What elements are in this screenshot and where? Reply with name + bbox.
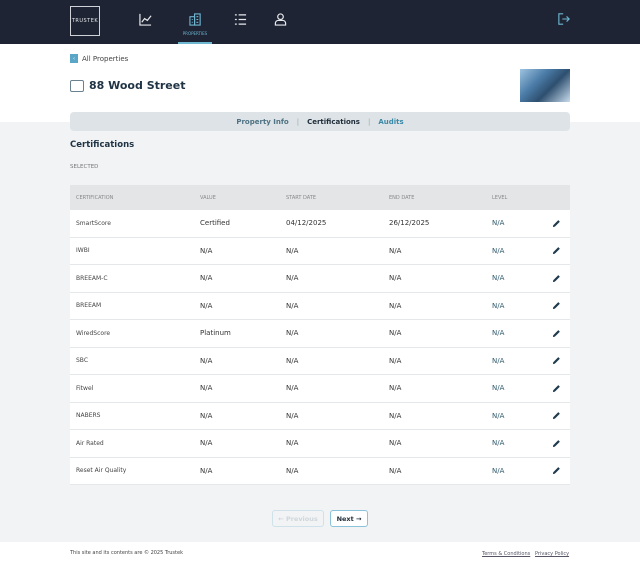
cell-start-date: N/A bbox=[286, 329, 299, 338]
cell-certification: NABERS bbox=[76, 412, 101, 420]
cell-value: N/A bbox=[200, 384, 213, 393]
edit-icon[interactable] bbox=[552, 411, 561, 420]
cell-end-date: N/A bbox=[389, 301, 402, 310]
cell-certification: SmartScore bbox=[76, 219, 111, 227]
edit-icon[interactable] bbox=[552, 356, 561, 365]
edit-icon[interactable] bbox=[552, 219, 561, 228]
cell-end-date: 26/12/2025 bbox=[389, 219, 430, 228]
cell-certification: WiredScore bbox=[76, 329, 111, 337]
cell-end-date: N/A bbox=[389, 439, 402, 448]
nav-list[interactable] bbox=[223, 0, 257, 44]
cell-value: N/A bbox=[200, 274, 213, 283]
nav-user[interactable] bbox=[263, 0, 297, 44]
selected-label: SELECTED bbox=[70, 164, 99, 170]
cell-end-date: N/A bbox=[389, 466, 402, 475]
cell-level: N/A bbox=[492, 329, 505, 338]
logout-icon[interactable] bbox=[558, 13, 570, 25]
building-icon bbox=[70, 79, 84, 92]
edit-icon[interactable] bbox=[552, 274, 561, 283]
table-row: WiredScore Platinum N/A N/A N/A bbox=[70, 320, 570, 348]
terms-link[interactable]: Terms & Conditions bbox=[482, 551, 530, 557]
cell-value: N/A bbox=[200, 411, 213, 420]
cell-end-date: N/A bbox=[389, 356, 402, 365]
property-photo bbox=[520, 69, 570, 102]
cell-value: N/A bbox=[200, 301, 213, 310]
table-row: Air Rated N/A N/A N/A N/A bbox=[70, 430, 570, 458]
cell-level: N/A bbox=[492, 384, 505, 393]
cell-value: Platinum bbox=[200, 329, 231, 338]
cell-certification: Air Rated bbox=[76, 439, 104, 447]
previous-button[interactable]: ← Previous bbox=[272, 510, 324, 527]
edit-icon[interactable] bbox=[552, 439, 561, 448]
cell-level: N/A bbox=[492, 246, 505, 255]
logo[interactable]: TRUSTEK bbox=[70, 6, 100, 36]
table-row: Reset Air Quality N/A N/A N/A N/A bbox=[70, 458, 570, 485]
cell-start-date: 04/12/2025 bbox=[286, 219, 327, 228]
cell-level: N/A bbox=[492, 439, 505, 448]
table-row: BREEAM N/A N/A N/A N/A bbox=[70, 293, 570, 320]
user-icon bbox=[274, 13, 286, 26]
tab-certifications[interactable]: Certifications bbox=[307, 118, 360, 126]
nav-properties[interactable]: PROPERTIES bbox=[178, 0, 212, 44]
cell-value: N/A bbox=[200, 466, 213, 475]
section-title: Certifications bbox=[70, 140, 135, 150]
cell-value: N/A bbox=[200, 356, 213, 365]
cell-end-date: N/A bbox=[389, 384, 402, 393]
table-row: IWBI N/A N/A N/A N/A bbox=[70, 238, 570, 265]
table-row: NABERS N/A N/A N/A N/A bbox=[70, 403, 570, 430]
cell-end-date: N/A bbox=[389, 274, 402, 283]
cell-start-date: N/A bbox=[286, 301, 299, 310]
cell-end-date: N/A bbox=[389, 246, 402, 255]
tab-audits[interactable]: Audits bbox=[378, 118, 403, 126]
cell-certification: Reset Air Quality bbox=[76, 467, 127, 475]
page-title: 88 Wood Street bbox=[70, 79, 185, 92]
cell-start-date: N/A bbox=[286, 411, 299, 420]
cell-start-date: N/A bbox=[286, 384, 299, 393]
tab-property-info[interactable]: Property Info bbox=[236, 118, 288, 126]
chart-icon bbox=[138, 13, 152, 26]
chevron-left-icon: ‹ bbox=[70, 54, 78, 63]
edit-icon[interactable] bbox=[552, 384, 561, 393]
nav-analytics[interactable] bbox=[128, 0, 162, 44]
edit-icon[interactable] bbox=[552, 466, 561, 475]
cell-level: N/A bbox=[492, 466, 505, 475]
cell-certification: BREEAM bbox=[76, 302, 102, 310]
table-header: CERTIFICATION VALUE START DATE END DATE … bbox=[70, 185, 570, 210]
cell-value: N/A bbox=[200, 246, 213, 255]
table-row: Fitwel N/A N/A N/A N/A bbox=[70, 375, 570, 403]
next-button[interactable]: Next → bbox=[330, 510, 368, 527]
top-nav: TRUSTEK PROPERTIES bbox=[0, 0, 640, 44]
cell-start-date: N/A bbox=[286, 356, 299, 365]
table-row: BREEAM-C N/A N/A N/A N/A bbox=[70, 265, 570, 293]
edit-icon[interactable] bbox=[552, 301, 561, 310]
cell-level: N/A bbox=[492, 411, 505, 420]
certifications-table: CERTIFICATION VALUE START DATE END DATE … bbox=[70, 185, 570, 485]
edit-icon[interactable] bbox=[552, 329, 561, 338]
list-icon bbox=[234, 14, 246, 25]
back-link[interactable]: ‹ All Properties bbox=[70, 54, 128, 63]
cell-level: N/A bbox=[492, 301, 505, 310]
building-icon bbox=[188, 13, 201, 26]
cell-start-date: N/A bbox=[286, 274, 299, 283]
cell-start-date: N/A bbox=[286, 246, 299, 255]
edit-icon[interactable] bbox=[552, 246, 561, 255]
cell-certification: IWBI bbox=[76, 247, 90, 255]
cell-level: N/A bbox=[492, 356, 505, 365]
cell-start-date: N/A bbox=[286, 439, 299, 448]
footer: This site and its contents are © 2025 Tr… bbox=[0, 542, 640, 566]
cell-level: N/A bbox=[492, 274, 505, 283]
cell-start-date: N/A bbox=[286, 466, 299, 475]
cell-certification: SBC bbox=[76, 357, 89, 365]
privacy-link[interactable]: Privacy Policy bbox=[535, 551, 569, 557]
cell-end-date: N/A bbox=[389, 329, 402, 338]
cell-end-date: N/A bbox=[389, 411, 402, 420]
cell-value: N/A bbox=[200, 439, 213, 448]
cell-certification: Fitwel bbox=[76, 384, 94, 392]
tab-bar: Property Info | Certifications | Audits bbox=[70, 112, 570, 131]
cell-level: N/A bbox=[492, 219, 505, 228]
cell-value: Certified bbox=[200, 219, 230, 228]
table-row: SBC N/A N/A N/A N/A bbox=[70, 348, 570, 375]
table-row: SmartScore Certified 04/12/2025 26/12/2025 N… bbox=[70, 210, 570, 238]
cell-certification: BREEAM-C bbox=[76, 274, 108, 282]
